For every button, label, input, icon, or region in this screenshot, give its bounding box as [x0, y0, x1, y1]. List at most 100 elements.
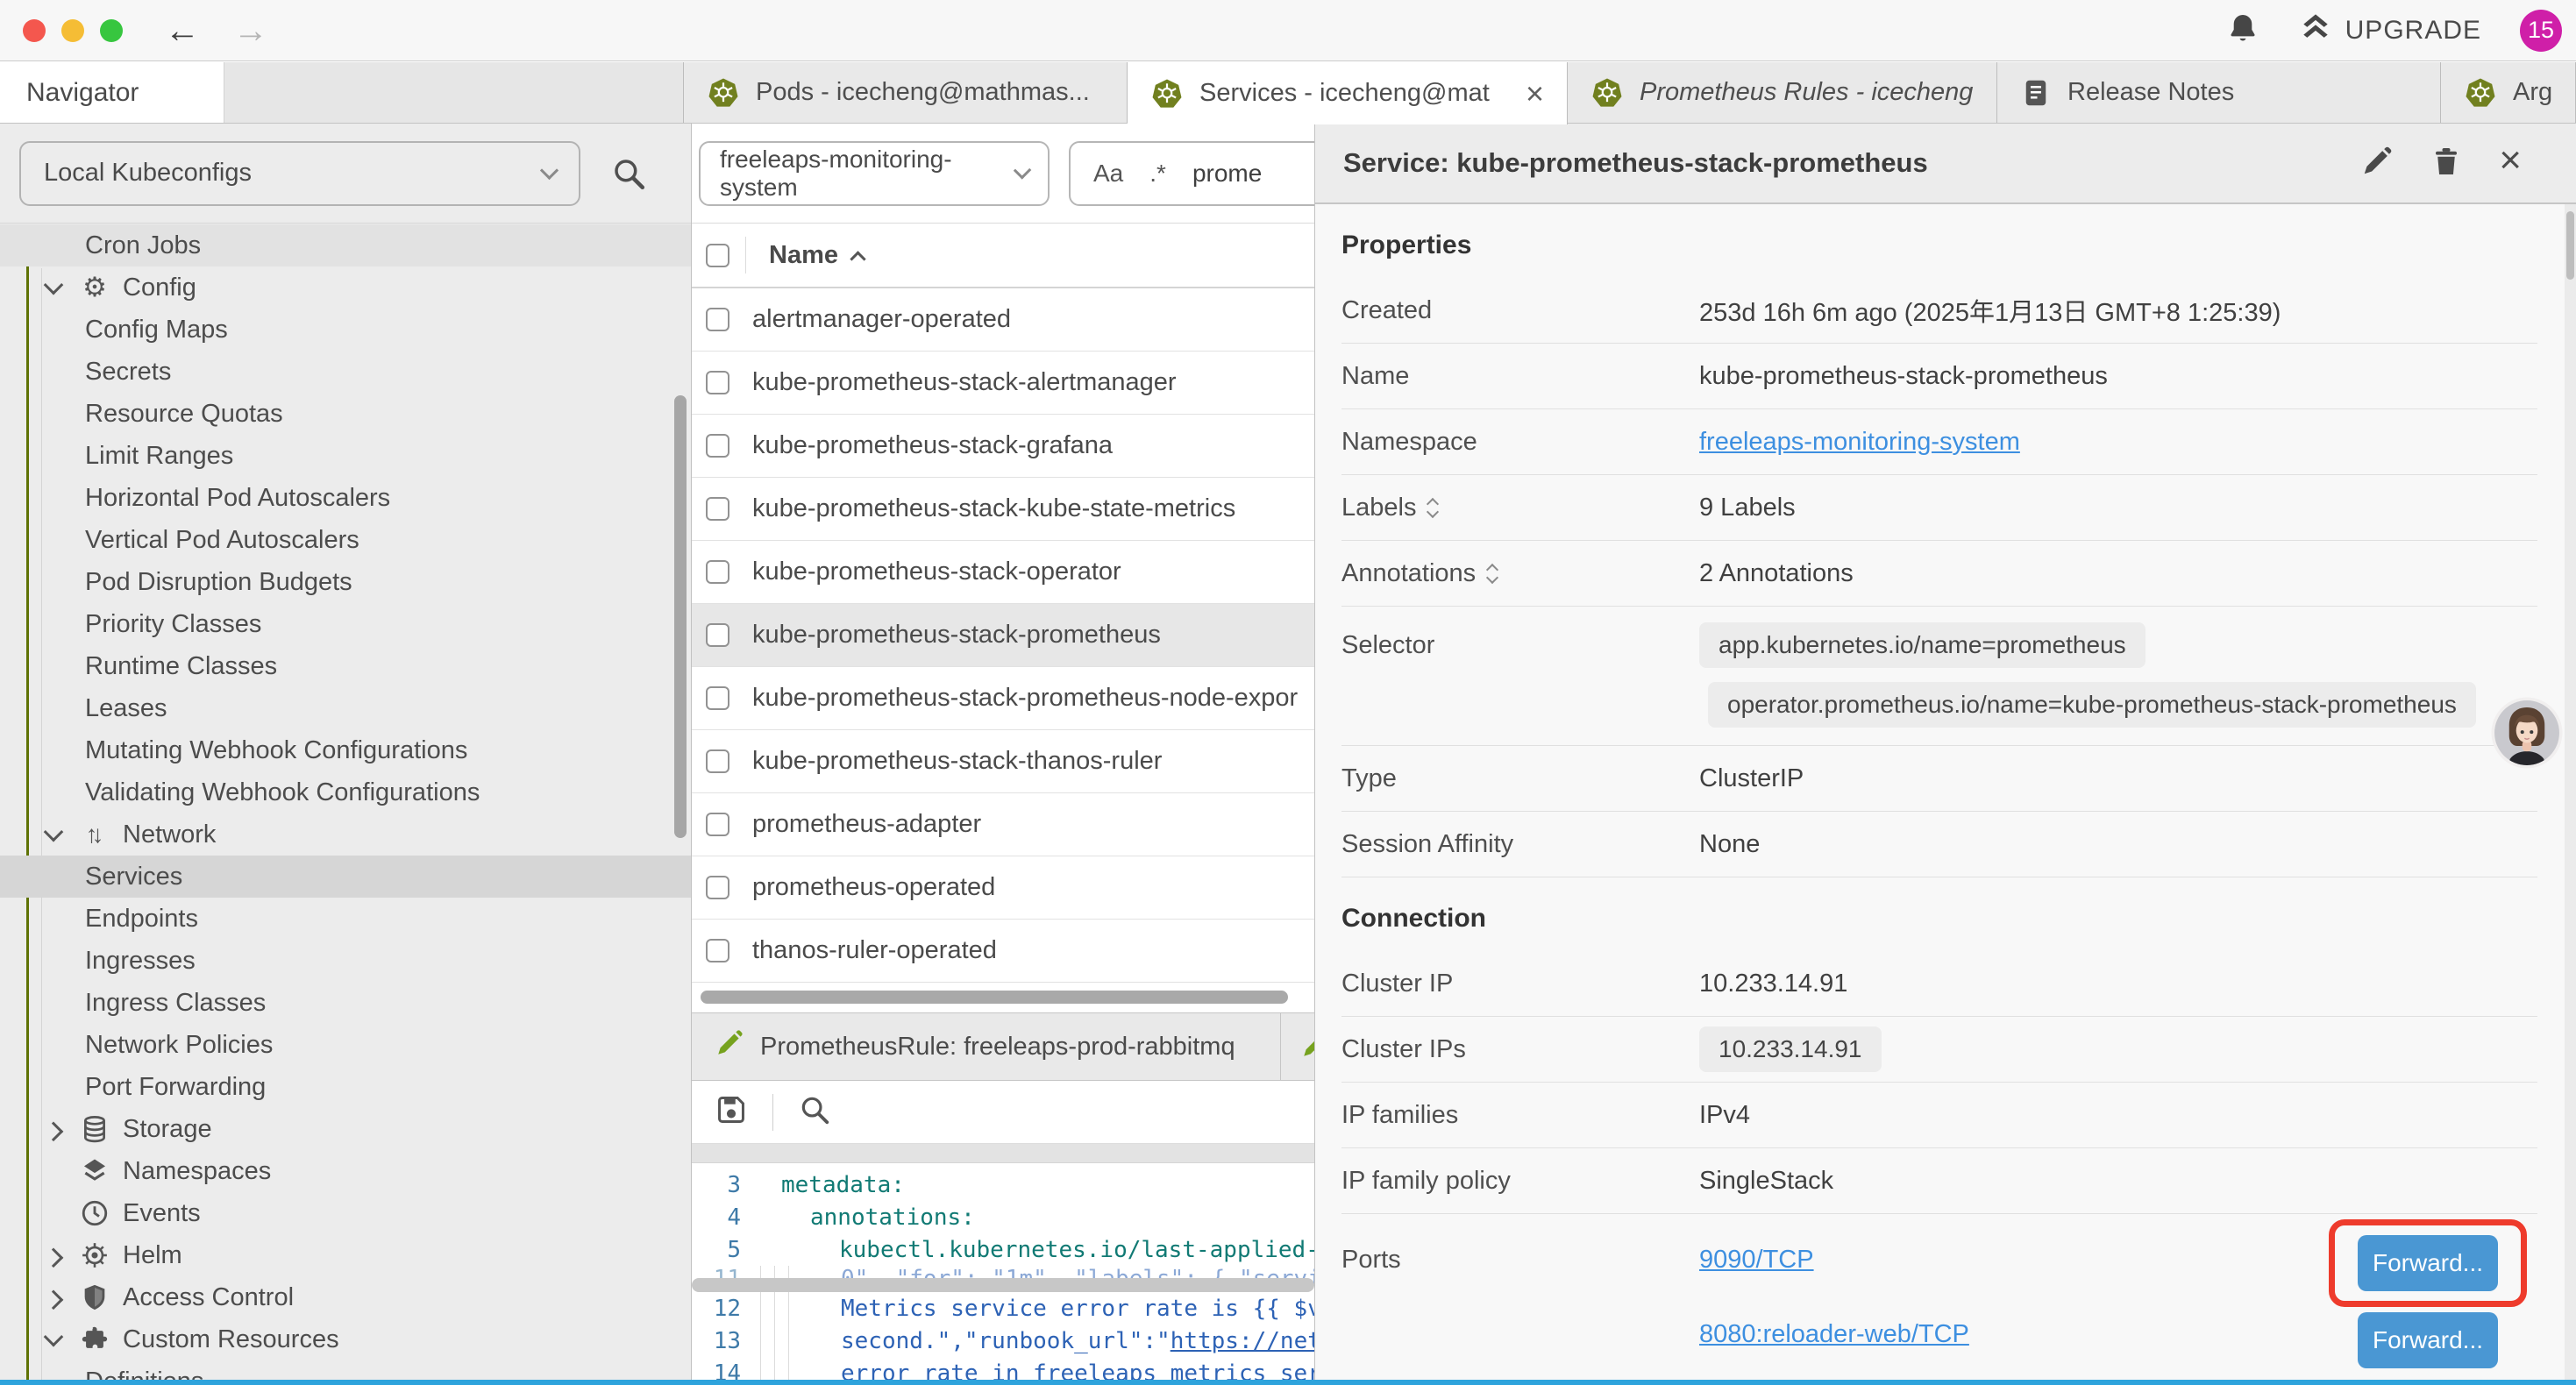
notifications-bell-icon[interactable] — [2226, 11, 2259, 49]
sidebar-item[interactable]: Priority Classes — [0, 603, 691, 645]
namespace-link[interactable]: freeleaps-monitoring-system — [1699, 428, 2020, 457]
sidebar-item[interactable]: Resource Quotas — [0, 393, 691, 435]
row-checkbox[interactable] — [706, 308, 729, 331]
sidebar-item[interactable]: ↑↓ Network — [0, 813, 691, 856]
port-link[interactable]: 8080:reloader-web/TCP — [1699, 1320, 1969, 1349]
expander-chevron-icon[interactable] — [39, 1114, 68, 1144]
expander-chevron-icon[interactable] — [39, 273, 68, 302]
sidebar-item[interactable]: Pod Disruption Budgets — [0, 561, 691, 603]
row-checkbox[interactable] — [706, 749, 729, 773]
expander-chevron-icon[interactable] — [39, 1198, 68, 1228]
close-details-icon[interactable]: × — [2499, 141, 2522, 180]
table-row[interactable]: thanos-ruler-operated — [692, 920, 1314, 983]
expand-collapse-icon[interactable] — [1488, 565, 1497, 582]
sidebar-scrollbar[interactable] — [674, 395, 687, 838]
row-checkbox[interactable] — [706, 623, 729, 647]
match-case-toggle[interactable]: Aa — [1093, 160, 1123, 188]
maximize-window-button[interactable] — [100, 19, 123, 42]
row-checkbox[interactable] — [706, 876, 729, 899]
row-checkbox[interactable] — [706, 371, 729, 394]
resource-search-input[interactable]: Aa .* prome — [1069, 141, 1315, 206]
port-link[interactable]: 9090/TCP — [1699, 1246, 1969, 1275]
sidebar-item[interactable]: Leases — [0, 687, 691, 729]
sidebar-item[interactable]: Definitions — [0, 1360, 691, 1380]
expand-collapse-icon[interactable] — [1428, 500, 1437, 516]
cluster-tab[interactable]: Prometheus Rules - icecheng... × — [1568, 62, 1997, 123]
sidebar-item[interactable]: Mutating Webhook Configurations — [0, 729, 691, 771]
sidebar-item[interactable]: Cron Jobs — [0, 224, 691, 266]
sidebar-item[interactable]: Limit Ranges — [0, 435, 691, 477]
notification-count-badge[interactable]: 15 — [2520, 10, 2562, 52]
delete-trash-icon[interactable] — [2430, 146, 2462, 181]
sidebar-item[interactable]: Services — [0, 856, 691, 898]
forward-button[interactable]: Forward... — [2358, 1235, 2498, 1291]
close-window-button[interactable] — [23, 19, 46, 42]
details-scrollbar[interactable] — [2565, 204, 2576, 1380]
expander-chevron-icon[interactable] — [39, 1240, 68, 1270]
sidebar-item[interactable]: Endpoints — [0, 898, 691, 940]
editor-dock-tab-partial[interactable] — [1281, 1013, 1314, 1080]
expander-chevron-icon[interactable] — [39, 1325, 68, 1354]
minimize-window-button[interactable] — [61, 19, 84, 42]
sidebar-item[interactable]: Config Maps — [0, 309, 691, 351]
row-checkbox[interactable] — [706, 497, 729, 521]
table-row[interactable]: kube-prometheus-stack-operator — [692, 541, 1314, 604]
cluster-tab[interactable]: Release Notes × — [1997, 62, 2441, 123]
expander-chevron-icon[interactable] — [39, 1282, 68, 1312]
table-row[interactable]: kube-prometheus-stack-kube-state-metrics — [692, 478, 1314, 541]
navigator-panel-tab[interactable]: Navigator — [0, 62, 224, 123]
table-row[interactable]: kube-prometheus-stack-prometheus-node-ex… — [692, 667, 1314, 730]
table-row[interactable]: alertmanager-operated — [692, 288, 1314, 352]
cluster-tab[interactable]: Pods - icecheng@mathmas... × — [684, 62, 1128, 123]
namespace-filter-select[interactable]: freeleaps-monitoring-system — [699, 141, 1050, 206]
row-checkbox[interactable] — [706, 560, 729, 584]
row-checkbox[interactable] — [706, 939, 729, 962]
close-tab-icon[interactable]: × — [1526, 75, 1544, 112]
labels-count[interactable]: 9 Labels — [1699, 494, 1796, 522]
table-row[interactable]: prometheus-operated — [692, 856, 1314, 920]
sidebar-item[interactable]: Access Control — [0, 1276, 691, 1318]
table-row[interactable]: kube-prometheus-stack-thanos-ruler — [692, 730, 1314, 793]
cluster-tab[interactable]: Argo Se × — [2441, 62, 2576, 123]
kubeconfig-selector[interactable]: Local Kubeconfigs — [19, 141, 580, 206]
table-row[interactable]: kube-prometheus-stack-prometheus — [692, 604, 1314, 667]
sidebar-item[interactable]: Port Forwarding — [0, 1066, 691, 1108]
sidebar-item[interactable]: ⚙ Config — [0, 266, 691, 309]
sidebar-item[interactable]: Namespaces — [0, 1150, 691, 1192]
annotations-count[interactable]: 2 Annotations — [1699, 559, 1854, 588]
sidebar-item[interactable]: Storage — [0, 1108, 691, 1150]
save-icon[interactable] — [715, 1093, 748, 1131]
select-all-checkbox[interactable] — [706, 244, 729, 267]
forward-arrow-icon[interactable]: → — [233, 13, 268, 48]
sidebar-item[interactable]: Ingresses — [0, 940, 691, 982]
regex-toggle[interactable]: .* — [1149, 160, 1166, 188]
forward-button[interactable]: Forward... — [2358, 1312, 2498, 1368]
editor-scroll-strip[interactable] — [692, 1144, 1314, 1163]
sidebar-item[interactable]: Ingress Classes — [0, 982, 691, 1024]
yaml-editor[interactable]: 3 metadata: 4 annotations: 5 kubectl.kub… — [692, 1163, 1314, 1380]
back-arrow-icon[interactable]: ← — [165, 13, 200, 48]
expander-chevron-icon[interactable] — [39, 820, 68, 849]
editor-dock-tab[interactable]: PrometheusRule: freeleaps-prod-rabbitmq — [692, 1013, 1281, 1080]
sidebar-item[interactable]: Vertical Pod Autoscalers — [0, 519, 691, 561]
sidebar-search-icon[interactable] — [610, 155, 647, 192]
sidebar-item[interactable]: Events — [0, 1192, 691, 1234]
table-horizontal-scrollbar[interactable] — [692, 983, 1314, 1012]
sidebar-item[interactable]: Helm — [0, 1234, 691, 1276]
expander-chevron-icon[interactable] — [39, 1156, 68, 1186]
table-row[interactable]: kube-prometheus-stack-alertmanager — [692, 352, 1314, 415]
cluster-tab[interactable]: Services - icecheng@math... × — [1128, 62, 1568, 124]
row-checkbox[interactable] — [706, 813, 729, 836]
name-column-header[interactable]: Name — [769, 241, 864, 270]
sidebar-item[interactable]: Horizontal Pod Autoscalers — [0, 477, 691, 519]
assistant-avatar[interactable] — [2488, 694, 2565, 771]
upgrade-button[interactable]: UPGRADE — [2298, 10, 2481, 52]
row-checkbox[interactable] — [706, 434, 729, 458]
sidebar-item[interactable]: Custom Resources — [0, 1318, 691, 1360]
table-row[interactable]: prometheus-adapter — [692, 793, 1314, 856]
code-link[interactable]: https://net — [1171, 1328, 1314, 1354]
table-row[interactable]: kube-prometheus-stack-grafana — [692, 415, 1314, 478]
sidebar-item[interactable]: Secrets — [0, 351, 691, 393]
sidebar-item[interactable]: Network Policies — [0, 1024, 691, 1066]
sidebar-item[interactable]: Validating Webhook Configurations — [0, 771, 691, 813]
